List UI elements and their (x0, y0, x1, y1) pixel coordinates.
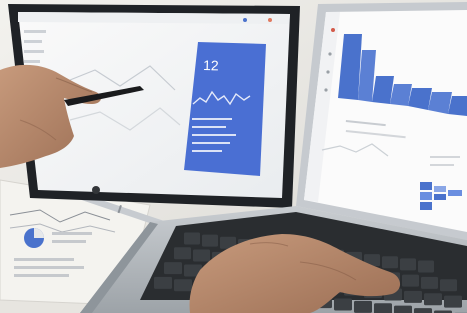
keyboard-key (404, 290, 422, 303)
keyboard-key (424, 293, 442, 306)
keyboard-key (394, 305, 412, 313)
keyboard-key (354, 300, 372, 313)
keyboard-key (444, 295, 462, 308)
keyboard-key (382, 256, 398, 269)
tablet-blue-panel (184, 42, 266, 176)
photo-scene: 12 (0, 0, 467, 313)
keyboard-key (414, 308, 432, 313)
keyboard-key (184, 232, 200, 245)
laptop (296, 2, 467, 240)
keyboard-key (334, 298, 352, 311)
keyboard-key (174, 247, 191, 260)
keyboard-key (202, 234, 218, 247)
tablet-panel-number: 12 (203, 57, 219, 73)
keyboard-key (421, 276, 438, 289)
keyboard-key (400, 258, 416, 271)
keyboard-key (193, 249, 210, 262)
keyboard-key (164, 262, 182, 275)
keyboard-key (154, 276, 172, 289)
keyboard-key (174, 279, 192, 292)
keyboard-key (374, 303, 392, 313)
keyboard-key (418, 260, 434, 273)
keyboard-key (402, 274, 419, 287)
keyboard-key (440, 279, 457, 292)
